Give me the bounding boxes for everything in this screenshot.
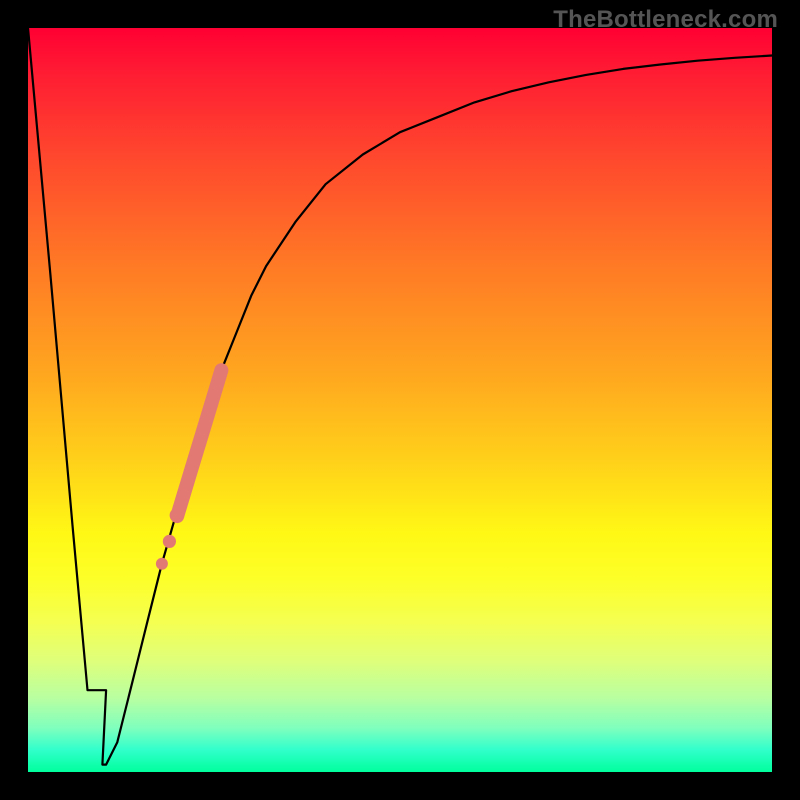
plot-area <box>28 28 772 772</box>
highlight-dot <box>163 535 176 548</box>
brand-watermark: TheBottleneck.com <box>553 6 778 34</box>
highlight-dot <box>156 558 168 570</box>
highlight-dots <box>156 508 184 570</box>
highlight-segment <box>177 370 221 516</box>
chart-svg <box>28 28 772 772</box>
highlight-dot <box>170 508 184 522</box>
bottleneck-curve <box>28 28 772 765</box>
chart-stage: TheBottleneck.com <box>0 0 800 800</box>
